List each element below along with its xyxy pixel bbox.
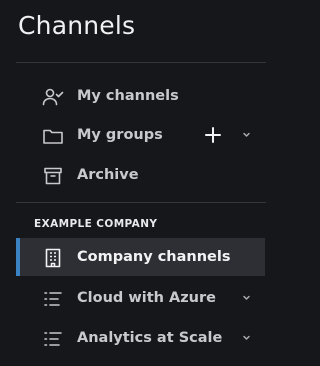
nav-item-label: Archive (77, 167, 139, 183)
divider (16, 202, 266, 203)
add-group-icon[interactable] (204, 126, 222, 144)
chevron-down-icon[interactable] (242, 130, 251, 139)
building-icon (42, 248, 64, 268)
nav-item-my-groups[interactable]: My groups (16, 116, 265, 154)
chevron-down-icon[interactable] (242, 293, 251, 302)
list-icon (42, 289, 64, 309)
selection-indicator (16, 238, 20, 276)
nav-item-archive[interactable]: Archive (16, 156, 265, 194)
nav-item-label: My groups (77, 127, 163, 143)
user-check-icon (42, 87, 64, 107)
nav-item-my-channels[interactable]: My channels (16, 77, 265, 115)
archive-box-icon (42, 166, 64, 186)
page-title: Channels (18, 11, 136, 40)
folder-icon (42, 126, 64, 146)
nav-item-company-channels[interactable]: Company channels (16, 238, 265, 276)
nav-item-label: Company channels (77, 249, 231, 265)
group-item-label: Cloud with Azure (77, 290, 216, 306)
chevron-down-icon[interactable] (242, 333, 251, 342)
group-item-analytics-at-scale[interactable]: Analytics at Scale (16, 319, 265, 357)
divider (16, 62, 266, 63)
list-icon (42, 329, 64, 349)
nav-item-label: My channels (77, 88, 179, 104)
group-item-cloud-with-azure[interactable]: Cloud with Azure (16, 279, 265, 317)
section-header: EXAMPLE COMPANY (34, 218, 158, 230)
group-item-label: Analytics at Scale (77, 330, 223, 346)
